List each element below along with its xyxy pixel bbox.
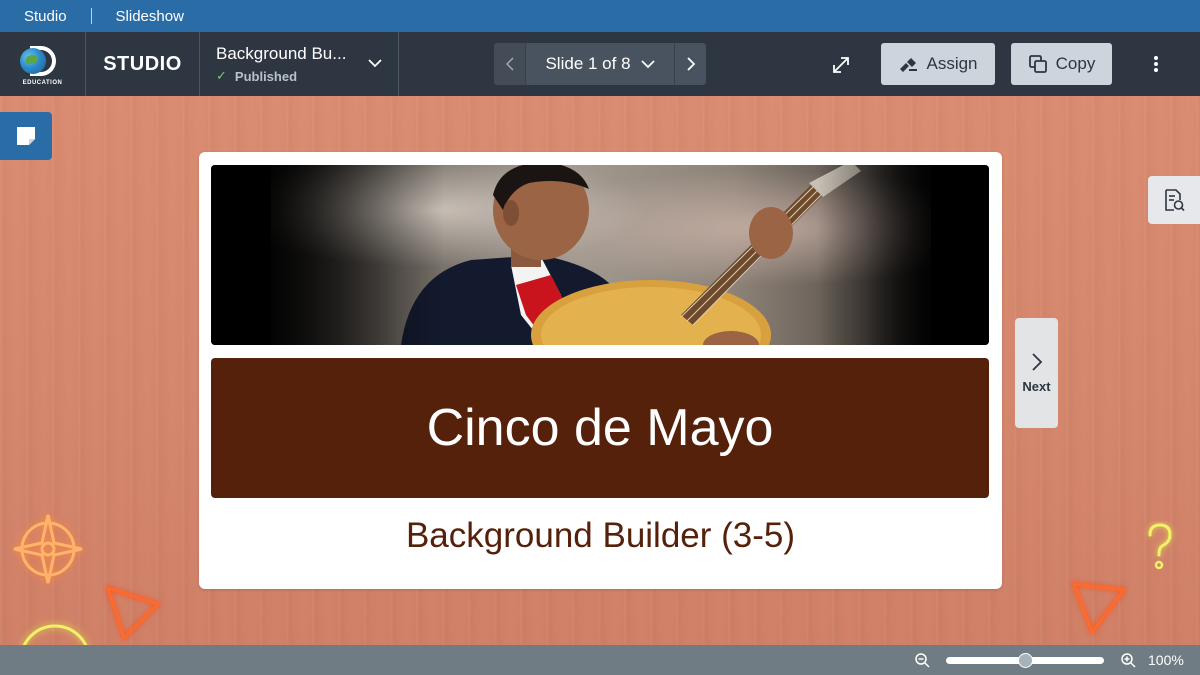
compass-neon-decoration	[13, 514, 83, 584]
document-selector[interactable]: Background Bu... ✓ Published	[200, 32, 399, 96]
kebab-dot	[1154, 56, 1158, 60]
app-name: STUDIO	[86, 32, 200, 96]
copy-label: Copy	[1055, 54, 1096, 73]
zoom-percentage: 100%	[1148, 652, 1184, 668]
slide-picker-dropdown[interactable]: Slide 1 of 8	[526, 43, 674, 85]
circle-neon-decoration	[22, 624, 88, 645]
more-options-kebab-icon[interactable]	[1146, 52, 1166, 76]
app-header: EDUCATION STUDIO Background Bu... ✓ Publ…	[0, 32, 1200, 96]
notes-button[interactable]	[0, 112, 52, 160]
document-status: ✓ Published	[216, 68, 382, 84]
document-title: Background Bu...	[216, 44, 347, 63]
document-search-icon	[1165, 189, 1185, 212]
breadcrumb-slideshow[interactable]: Slideshow	[92, 8, 208, 25]
chevron-right-icon	[686, 57, 695, 71]
copy-icon	[1028, 55, 1047, 73]
zoom-footer: 100%	[0, 645, 1200, 675]
logo-text: EDUCATION	[22, 80, 63, 86]
question-neon-decoration	[1148, 523, 1172, 570]
assign-button[interactable]: Assign	[881, 43, 995, 85]
chevron-left-icon	[505, 57, 514, 71]
slide-title-band: Cinco de Mayo	[211, 358, 989, 498]
photo-edge-fade	[211, 165, 989, 345]
next-slide-button[interactable]	[674, 43, 706, 85]
document-status-label: Published	[234, 68, 298, 84]
globe-icon	[19, 48, 46, 74]
discovery-education-logo[interactable]: EDUCATION	[0, 32, 86, 96]
chevron-down-icon	[368, 59, 382, 68]
zoom-out-icon[interactable]	[914, 652, 930, 668]
previous-slide-button[interactable]	[494, 43, 526, 85]
slide-subtitle: Background Builder (3-5)	[405, 516, 796, 555]
kebab-dot	[1154, 62, 1158, 66]
chevron-right-icon	[1031, 352, 1042, 371]
triangle-neon-decoration-left	[105, 585, 161, 641]
slide-navigator: Slide 1 of 8	[494, 43, 706, 85]
breadcrumb-studio[interactable]: Studio	[0, 8, 91, 25]
check-icon: ✓	[216, 68, 227, 83]
assign-label: Assign	[926, 54, 978, 73]
chevron-down-icon	[640, 60, 655, 69]
kebab-dot	[1154, 68, 1158, 72]
zoom-slider[interactable]	[946, 653, 1104, 668]
slide-counter: Slide 1 of 8	[545, 54, 631, 73]
logo-mark: EDUCATION	[18, 42, 68, 86]
slide-card: Cinco de Mayo Background Builder (3-5)	[199, 152, 1002, 589]
zoom-in-icon[interactable]	[1120, 652, 1136, 668]
sticky-note-icon	[17, 127, 35, 145]
assign-icon	[900, 58, 918, 72]
next-label: Next	[1022, 378, 1051, 394]
slide-title: Cinco de Mayo	[426, 399, 774, 457]
copy-button[interactable]: Copy	[1011, 43, 1112, 85]
top-breadcrumb-bar: Studio Slideshow	[0, 0, 1200, 32]
zoom-slider-thumb[interactable]	[1017, 653, 1033, 668]
mariachi-photo	[211, 165, 989, 345]
expand-icon[interactable]	[830, 54, 852, 76]
next-button[interactable]: Next	[1015, 318, 1058, 428]
triangle-neon-decoration-right	[1071, 582, 1127, 636]
resources-button[interactable]	[1148, 176, 1200, 224]
